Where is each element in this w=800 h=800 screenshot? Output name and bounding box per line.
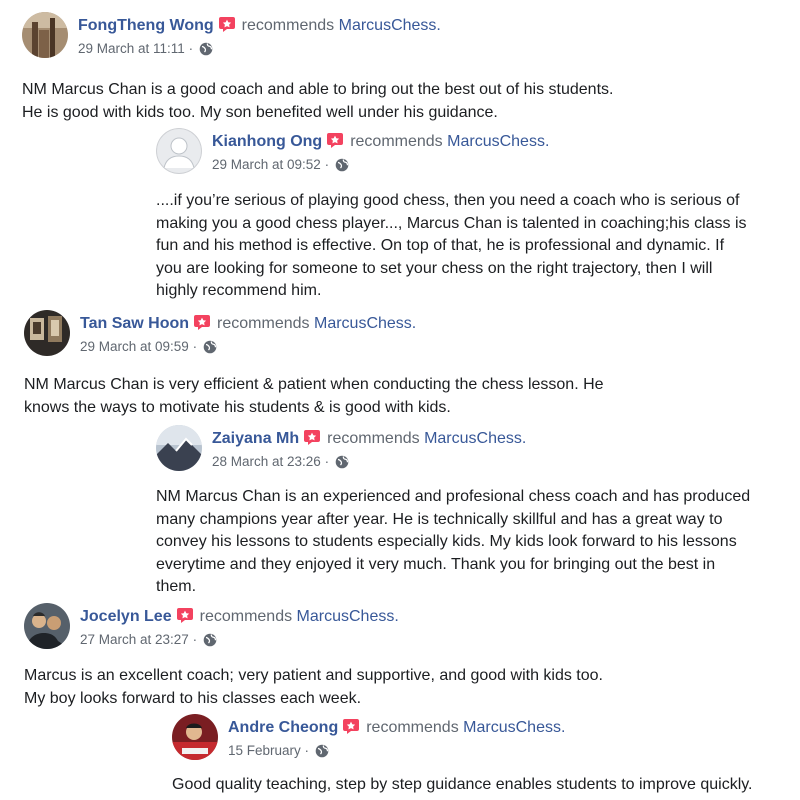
recommends-text: recommends bbox=[350, 133, 443, 150]
review-text: NM Marcus Chan is a good coach and able … bbox=[22, 81, 614, 121]
recommend-badge-icon bbox=[218, 16, 236, 33]
review-card: FongTheng Wong recommends MarcusChess. 29… bbox=[22, 12, 792, 124]
review-date[interactable]: 29 March at 11:11 bbox=[78, 41, 185, 56]
reviewer-name[interactable]: Tan Saw Hoon bbox=[80, 315, 189, 332]
reviewer-name[interactable]: Kianhong Ong bbox=[212, 133, 322, 150]
review-date[interactable]: 27 March at 23:27 bbox=[80, 632, 189, 647]
avatar[interactable] bbox=[24, 603, 70, 649]
review-date[interactable]: 29 March at 09:52 bbox=[212, 157, 321, 172]
recommends-text: recommends bbox=[366, 719, 459, 736]
meta-separator: · bbox=[188, 339, 201, 354]
meta-separator: · bbox=[188, 632, 201, 647]
review-text: Good quality teaching, step by step guid… bbox=[172, 776, 753, 793]
recommends-text: recommends bbox=[327, 430, 420, 447]
recommend-badge-icon bbox=[193, 314, 211, 331]
recommends-text: recommends bbox=[217, 315, 310, 332]
review-card: Zaiyana Mh recommends MarcusChess. 28 Mar… bbox=[156, 425, 796, 599]
page-link[interactable]: MarcusChess. bbox=[339, 17, 441, 34]
recommend-badge-icon bbox=[176, 607, 194, 624]
globe-icon bbox=[199, 42, 213, 56]
globe-icon bbox=[335, 455, 349, 469]
review-date[interactable]: 29 March at 09:59 bbox=[80, 339, 189, 354]
meta-separator: · bbox=[320, 157, 333, 172]
recommends-text: recommends bbox=[241, 17, 335, 34]
page-link[interactable]: MarcusChess. bbox=[314, 315, 416, 332]
globe-icon bbox=[315, 744, 329, 758]
reviewer-name[interactable]: Andre Cheong bbox=[228, 719, 338, 736]
reviewer-name[interactable]: Jocelyn Lee bbox=[80, 608, 172, 625]
globe-icon bbox=[203, 340, 217, 354]
review-date[interactable]: 15 February bbox=[228, 743, 301, 758]
recommend-badge-icon bbox=[326, 132, 344, 149]
recommends-text: recommends bbox=[199, 608, 293, 625]
avatar[interactable] bbox=[22, 12, 68, 58]
review-text: NM Marcus Chan is an experienced and pro… bbox=[156, 488, 751, 595]
globe-icon bbox=[203, 633, 217, 647]
page-link[interactable]: MarcusChess. bbox=[447, 133, 549, 150]
review-text: ....if you’re serious of playing good ch… bbox=[156, 192, 747, 299]
review-text: NM Marcus Chan is very efficient & patie… bbox=[24, 376, 604, 416]
meta-separator: · bbox=[320, 454, 333, 469]
avatar[interactable] bbox=[172, 714, 218, 760]
avatar[interactable] bbox=[156, 425, 202, 471]
reviewer-name[interactable]: FongTheng Wong bbox=[78, 17, 214, 34]
meta-separator: · bbox=[184, 41, 197, 56]
page-link[interactable]: MarcusChess. bbox=[463, 719, 565, 736]
page-link[interactable]: MarcusChess. bbox=[424, 430, 526, 447]
page-link[interactable]: MarcusChess. bbox=[297, 608, 399, 625]
review-text: Marcus is an excellent coach; very patie… bbox=[24, 667, 603, 707]
review-card: Kianhong Ong recommends MarcusChess. 29 M… bbox=[156, 128, 796, 303]
reviewer-name[interactable]: Zaiyana Mh bbox=[212, 430, 299, 447]
avatar[interactable] bbox=[24, 310, 70, 356]
review-card: Andre Cheong recommends MarcusChess. 15 F… bbox=[172, 714, 796, 797]
globe-icon bbox=[335, 158, 349, 172]
meta-separator: · bbox=[300, 743, 313, 758]
recommend-badge-icon bbox=[342, 718, 360, 735]
recommend-badge-icon bbox=[303, 429, 321, 446]
review-card: Jocelyn Lee recommends MarcusChess. 27 Ma… bbox=[24, 603, 794, 710]
review-card: Tan Saw Hoon recommends MarcusChess. 29 M… bbox=[24, 310, 794, 419]
review-date[interactable]: 28 March at 23:26 bbox=[212, 454, 321, 469]
avatar[interactable] bbox=[156, 128, 202, 174]
